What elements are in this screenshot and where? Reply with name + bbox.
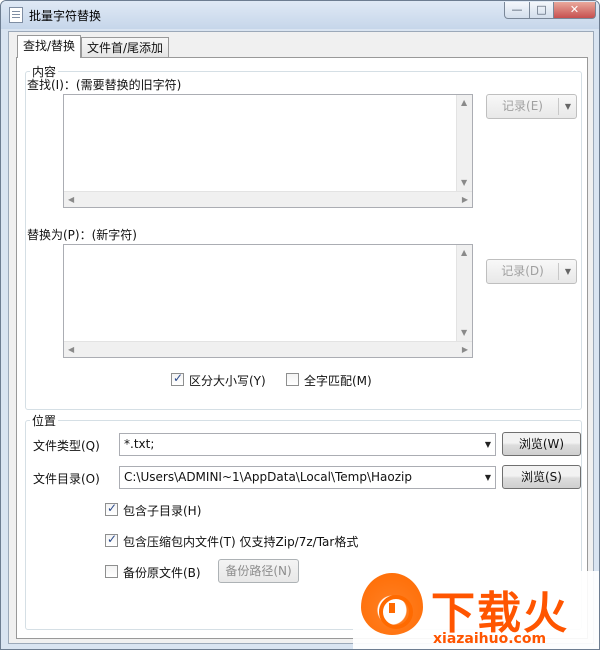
app-window: 批量字符替换 — □ ✕ 查找/替换 文件首/尾添加 内容 查找(I)：(需要替… — [0, 0, 600, 650]
chevron-down-icon[interactable]: ▼ — [559, 95, 577, 118]
scroll-right-icon[interactable]: ▶ — [462, 196, 468, 204]
close-button[interactable]: ✕ — [553, 2, 596, 19]
window-title: 批量字符替换 — [29, 9, 102, 23]
backup-path-button[interactable]: 备份路径(N) — [218, 559, 299, 583]
document-icon — [9, 7, 23, 23]
chevron-down-icon[interactable]: ▼ — [485, 440, 491, 449]
include-archives-checkbox[interactable] — [105, 532, 118, 547]
find-label: 查找(I)：(需要替换的旧字符) — [27, 78, 182, 92]
content-group: 内容 查找(I)：(需要替换的旧字符) ▲ ▼ ◀ ▶ 记录(E) ▼ 替换为(… — [25, 63, 582, 410]
scroll-up-icon[interactable]: ▲ — [461, 249, 467, 257]
replace-history-button[interactable]: 记录(D) ▼ — [486, 259, 577, 284]
title-bar[interactable]: 批量字符替换 — □ ✕ — [1, 1, 599, 29]
include-subdirs-label[interactable]: 包含子目录(H) — [123, 502, 201, 519]
whole-word-checkbox[interactable] — [286, 373, 299, 386]
tab-file-head-tail[interactable]: 文件首/尾添加 — [81, 37, 170, 57]
watermark-url: xiazaihuo.com — [433, 631, 547, 647]
maximize-button[interactable]: □ — [529, 2, 554, 19]
directory-combo[interactable]: C:\Users\ADMINI~1\AppData\Local\Temp\Hao… — [119, 466, 496, 489]
browse-type-button[interactable]: 浏览(W) — [502, 432, 581, 456]
scroll-down-icon[interactable]: ▼ — [461, 179, 467, 187]
scroll-left-icon[interactable]: ◀ — [68, 346, 74, 354]
replace-horizontal-scrollbar[interactable]: ◀ ▶ — [64, 341, 472, 357]
scroll-left-icon[interactable]: ◀ — [68, 196, 74, 204]
find-history-label[interactable]: 记录(E) — [487, 95, 558, 118]
watermark: 下载火 xiazaihuo.com — [353, 571, 599, 649]
include-archives-label[interactable]: 包含压缩包内文件(T) 仅支持Zip/7z/Tar格式 — [123, 533, 358, 550]
tab-find-replace[interactable]: 查找/替换 — [17, 35, 82, 58]
minimize-button[interactable]: — — [504, 2, 530, 19]
file-type-combo[interactable]: *.txt; ▼ — [119, 433, 496, 456]
file-type-value: *.txt; — [124, 437, 155, 451]
find-textarea[interactable]: ▲ ▼ ◀ ▶ — [63, 94, 473, 208]
location-group-legend: 位置 — [30, 412, 59, 429]
replace-label: 替换为(P)：(新字符) — [27, 228, 137, 242]
find-history-button[interactable]: 记录(E) ▼ — [486, 94, 577, 119]
scroll-up-icon[interactable]: ▲ — [461, 99, 467, 107]
client-area: 查找/替换 文件首/尾添加 内容 查找(I)：(需要替换的旧字符) ▲ ▼ ◀ … — [8, 31, 594, 644]
case-sensitive-checkbox[interactable] — [171, 371, 184, 386]
replace-history-label[interactable]: 记录(D) — [487, 260, 558, 283]
find-vertical-scrollbar[interactable]: ▲ ▼ — [456, 95, 472, 191]
backup-original-label[interactable]: 备份原文件(B) — [123, 564, 201, 581]
scroll-right-icon[interactable]: ▶ — [462, 346, 468, 354]
case-sensitive-label[interactable]: 区分大小写(Y) — [189, 372, 266, 389]
replace-textarea[interactable]: ▲ ▼ ◀ ▶ — [63, 244, 473, 358]
browse-dir-button[interactable]: 浏览(S) — [502, 465, 581, 489]
replace-vertical-scrollbar[interactable]: ▲ ▼ — [456, 245, 472, 341]
chevron-down-icon[interactable]: ▼ — [559, 260, 577, 283]
chevron-down-icon[interactable]: ▼ — [485, 473, 491, 482]
directory-label: 文件目录(O) — [33, 472, 100, 486]
scroll-down-icon[interactable]: ▼ — [461, 329, 467, 337]
whole-word-label[interactable]: 全字匹配(M) — [304, 372, 372, 389]
backup-original-checkbox[interactable] — [105, 565, 118, 578]
directory-value: C:\Users\ADMINI~1\AppData\Local\Temp\Hao… — [124, 470, 412, 484]
tab-panel: 内容 查找(I)：(需要替换的旧字符) ▲ ▼ ◀ ▶ 记录(E) ▼ 替换为(… — [16, 57, 588, 639]
file-type-label: 文件类型(Q) — [33, 439, 100, 453]
include-subdirs-checkbox[interactable] — [105, 501, 118, 516]
find-horizontal-scrollbar[interactable]: ◀ ▶ — [64, 191, 472, 207]
flame-logo-icon — [361, 573, 423, 635]
